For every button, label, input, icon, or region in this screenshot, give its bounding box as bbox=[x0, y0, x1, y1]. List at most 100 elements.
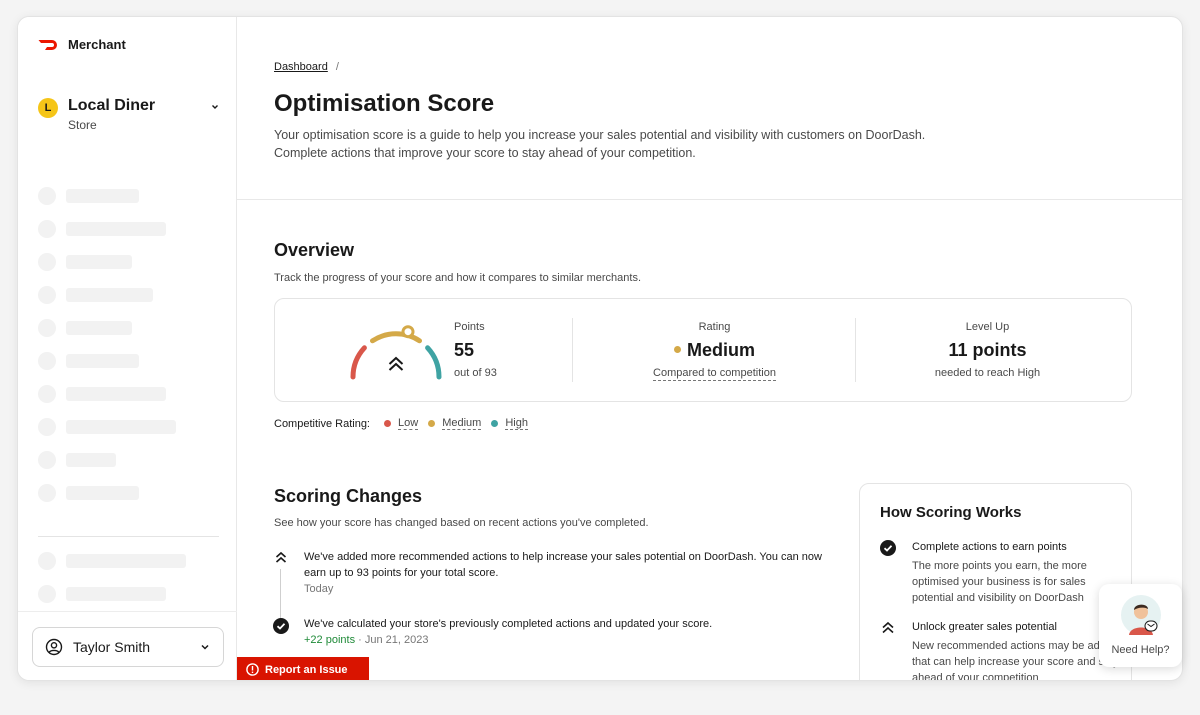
how-scoring-item-title: Unlock greater sales potential bbox=[912, 621, 1057, 633]
alert-circle-icon bbox=[246, 663, 259, 676]
main-content: Dashboard / Optimisation Score Your opti… bbox=[237, 17, 1182, 680]
gauge-segment-high bbox=[425, 345, 442, 380]
competitive-rating-legend: Competitive Rating: Low Medium High bbox=[274, 417, 528, 430]
store-switcher[interactable]: L Local Diner Store bbox=[38, 97, 220, 132]
chevron-down-icon bbox=[201, 644, 209, 650]
user-area: Taylor Smith bbox=[18, 611, 237, 680]
page-title: Optimisation Score bbox=[274, 90, 495, 117]
doordash-logo-icon bbox=[38, 39, 57, 50]
overview-subtitle: Track the progress of your score and how… bbox=[274, 272, 642, 284]
chevron-down-icon bbox=[212, 105, 218, 109]
sidebar-divider bbox=[38, 536, 219, 537]
legend-item-high[interactable]: High bbox=[491, 417, 528, 430]
sidebar: Merchant L Local Diner Store Taylor Smit… bbox=[18, 17, 237, 680]
timeline-item: We've added more recommended actions to … bbox=[274, 549, 844, 597]
legend-item-low[interactable]: Low bbox=[384, 417, 419, 430]
legend-label: Competitive Rating: bbox=[274, 417, 370, 430]
nav-skeleton-item bbox=[38, 253, 176, 271]
breadcrumb-dashboard-link[interactable]: Dashboard bbox=[274, 61, 328, 73]
nav-skeleton-item bbox=[38, 286, 176, 304]
page-description-line: Your optimisation score is a guide to he… bbox=[274, 128, 926, 142]
report-issue-button[interactable]: Report an Issue bbox=[237, 657, 369, 680]
report-issue-label: Report an Issue bbox=[265, 663, 348, 676]
overview-card: Points 55 out of 93 Rating Medium Compar… bbox=[274, 298, 1132, 402]
nav-skeleton-item bbox=[38, 484, 176, 502]
brand[interactable]: Merchant bbox=[38, 37, 126, 52]
nav-skeleton-item bbox=[38, 585, 186, 603]
breadcrumb-separator: / bbox=[335, 61, 339, 73]
timeline-item-meta: +22 points · Jun 21, 2023 bbox=[304, 634, 429, 646]
nav-skeleton-item bbox=[38, 220, 176, 238]
how-scoring-item: Unlock greater sales potential New recom… bbox=[880, 619, 1120, 680]
breadcrumb: Dashboard / bbox=[274, 61, 339, 73]
level-up-label: Level Up bbox=[965, 321, 1010, 333]
points-sub: out of 93 bbox=[454, 367, 497, 379]
rating-sub-text[interactable]: Compared to competition bbox=[653, 367, 776, 381]
gauge-marker bbox=[401, 325, 415, 339]
rating-label: Rating bbox=[698, 321, 731, 333]
gauge-segment-low bbox=[350, 345, 367, 380]
level-up-sub: needed to reach High bbox=[934, 367, 1041, 379]
scoring-changes-title: Scoring Changes bbox=[274, 486, 423, 506]
how-scoring-item-text: The more points you earn, the more optim… bbox=[912, 560, 1087, 604]
app-window: Merchant L Local Diner Store Taylor Smit… bbox=[17, 16, 1183, 681]
points-label: Points bbox=[454, 321, 485, 333]
double-chevron-up-icon bbox=[882, 621, 894, 634]
timeline-item-meta: Today bbox=[304, 583, 334, 595]
brand-name: Merchant bbox=[68, 37, 126, 52]
legend-text-medium[interactable]: Medium bbox=[442, 417, 482, 430]
nav-skeleton-item bbox=[38, 319, 176, 337]
check-circle-icon bbox=[273, 618, 289, 634]
user-name: Taylor Smith bbox=[73, 639, 151, 655]
user-menu-button[interactable]: Taylor Smith bbox=[32, 627, 224, 667]
how-scoring-title: How Scoring Works bbox=[880, 504, 1022, 521]
change-date: Jun 21, 2023 bbox=[364, 634, 429, 646]
check-circle-icon bbox=[880, 540, 896, 556]
legend-dot-low bbox=[384, 420, 391, 427]
points-stat: Points 55 out of 93 bbox=[454, 321, 497, 379]
legend-text-low[interactable]: Low bbox=[398, 417, 419, 430]
nav-skeleton-item bbox=[38, 552, 186, 570]
store-type: Store bbox=[68, 118, 97, 132]
legend-item-medium[interactable]: Medium bbox=[428, 417, 482, 430]
rating-sub[interactable]: Compared to competition bbox=[573, 367, 856, 381]
how-scoring-card: How Scoring Works Complete actions to ea… bbox=[859, 483, 1132, 680]
timeline-item-text: We've calculated your store's previously… bbox=[304, 618, 713, 630]
page-header: Dashboard / Optimisation Score Your opti… bbox=[237, 17, 1182, 200]
legend-dot-high bbox=[491, 420, 499, 427]
how-scoring-item-text: New recommended actions may be added tha… bbox=[912, 640, 1119, 680]
timeline-item: We've calculated your store's previously… bbox=[273, 616, 844, 648]
nav-skeleton-item bbox=[38, 418, 176, 436]
page-description-line: Complete actions that improve your score… bbox=[274, 146, 696, 160]
double-chevron-up-icon bbox=[275, 551, 287, 563]
scoring-timeline: We've added more recommended actions to … bbox=[273, 549, 844, 648]
level-up-stat: Level Up 11 points needed to reach High bbox=[856, 321, 1119, 379]
rating-value-text: Medium bbox=[686, 340, 755, 360]
rating-stat: Rating Medium Compared to competition bbox=[573, 321, 856, 381]
need-help-widget[interactable]: Need Help? bbox=[1099, 584, 1182, 667]
nav-skeleton-item bbox=[38, 451, 176, 469]
rating-dot bbox=[673, 346, 681, 354]
user-icon bbox=[45, 638, 63, 656]
store-avatar: L bbox=[38, 98, 58, 118]
timeline-item-text: We've added more recommended actions to … bbox=[304, 551, 822, 579]
nav-skeleton-item bbox=[38, 385, 176, 403]
scoring-changes-subtitle: See how your score has changed based on … bbox=[274, 517, 649, 529]
nav-skeleton bbox=[38, 187, 176, 517]
nav-skeleton-secondary bbox=[38, 552, 186, 618]
how-scoring-item-title: Complete actions to earn points bbox=[912, 541, 1067, 553]
nav-skeleton-item bbox=[38, 352, 176, 370]
how-scoring-item: Complete actions to earn points The more… bbox=[880, 539, 1120, 606]
store-name: Local Diner bbox=[68, 97, 156, 114]
legend-dot-medium bbox=[428, 420, 436, 427]
points-value: 55 bbox=[454, 340, 475, 360]
double-chevron-up-icon bbox=[388, 356, 404, 371]
support-agent-icon bbox=[1121, 595, 1161, 635]
nav-skeleton-item bbox=[38, 187, 176, 205]
page-description: Your optimisation score is a guide to he… bbox=[274, 126, 974, 162]
score-gauge bbox=[350, 325, 442, 380]
need-help-label: Need Help? bbox=[1111, 644, 1170, 656]
overview-title: Overview bbox=[274, 240, 355, 260]
points-change: +22 points bbox=[304, 634, 356, 646]
legend-text-high[interactable]: High bbox=[505, 417, 528, 430]
